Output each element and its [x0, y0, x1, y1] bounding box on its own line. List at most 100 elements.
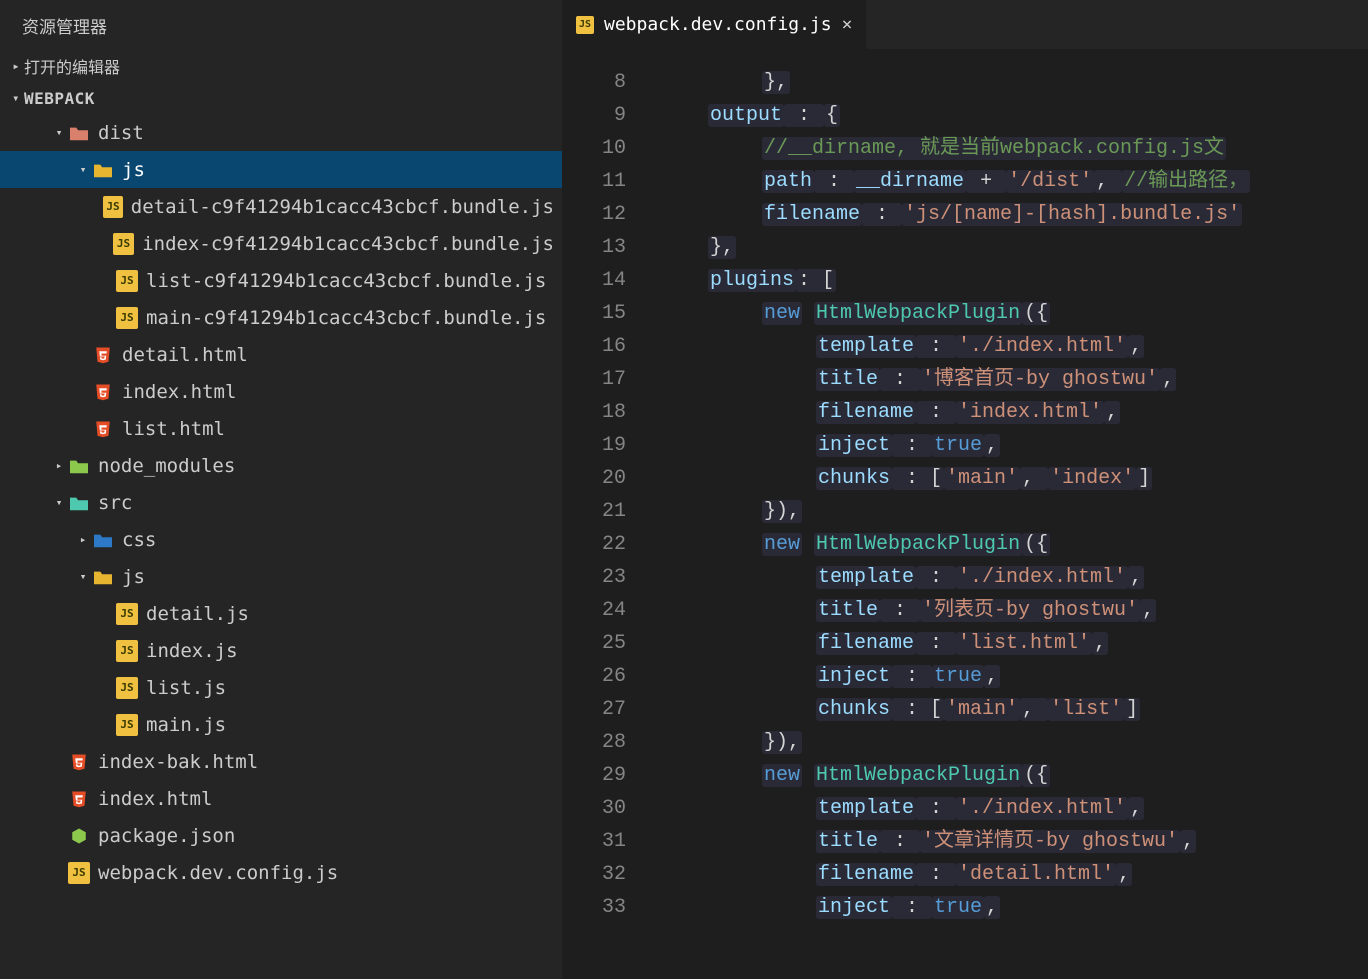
- code-line: new HtmlWebpackPlugin({: [654, 297, 1368, 330]
- chevron-down-icon: ▾: [8, 91, 24, 105]
- code-content[interactable]: },output : {//__dirname, 就是当前webpack.con…: [654, 50, 1368, 979]
- js-file-icon: JS: [116, 640, 138, 662]
- line-number: 14: [562, 264, 626, 297]
- js-file-icon: JS: [113, 233, 134, 255]
- tree-item-label: main-c9f41294b1cacc43cbcf.bundle.js: [146, 307, 546, 329]
- html5-file-icon: [92, 344, 114, 366]
- tree-item-label: detail.js: [146, 603, 249, 625]
- js-file-icon: JS: [116, 603, 138, 625]
- code-line: },: [654, 66, 1368, 99]
- file-detail-html[interactable]: detail.html: [0, 336, 562, 373]
- code-line: new HtmlWebpackPlugin({: [654, 759, 1368, 792]
- folder-node-modules[interactable]: ▸ node_modules: [0, 447, 562, 484]
- line-number: 11: [562, 165, 626, 198]
- open-editors-label: 打开的编辑器: [24, 54, 120, 78]
- line-number: 25: [562, 627, 626, 660]
- folder-css[interactable]: ▸css: [0, 521, 562, 558]
- code-line: inject : true,: [654, 660, 1368, 693]
- line-number-gutter: 8910111213141516171819202122232425262728…: [562, 50, 654, 979]
- tree-item-label: css: [122, 529, 156, 551]
- js-file-icon: JS: [68, 862, 90, 884]
- folder-src-js[interactable]: ▾ js: [0, 558, 562, 595]
- line-number: 30: [562, 792, 626, 825]
- line-number: 8: [562, 66, 626, 99]
- tree-item-label: index-bak.html: [98, 751, 258, 773]
- folder-dist[interactable]: ▾dist: [0, 114, 562, 151]
- chevron-down-icon: ▾: [50, 126, 68, 139]
- file-main-js[interactable]: JSmain.js: [0, 706, 562, 743]
- code-line: output : {: [654, 99, 1368, 132]
- line-number: 20: [562, 462, 626, 495]
- js-file-icon: JS: [116, 270, 138, 292]
- project-label: WEBPACK: [24, 89, 95, 108]
- line-number: 10: [562, 132, 626, 165]
- explorer-sidebar: 资源管理器 ▸ 打开的编辑器 ▾ WEBPACK ▾dist▾jsJSdetai…: [0, 0, 562, 979]
- node-file-icon: [68, 825, 90, 847]
- file-tree: ▾dist▾jsJSdetail-c9f41294b1cacc43cbcf.bu…: [0, 114, 562, 979]
- line-number: 28: [562, 726, 626, 759]
- file-main-bundle[interactable]: JSmain-c9f41294b1cacc43cbcf.bundle.js: [0, 299, 562, 336]
- folder-icon: [68, 492, 90, 514]
- chevron-down-icon: ▾: [74, 570, 92, 583]
- code-line: filename : 'detail.html',: [654, 858, 1368, 891]
- file-list-js[interactable]: JSlist.js: [0, 669, 562, 706]
- file-index-bak-html[interactable]: index-bak.html: [0, 743, 562, 780]
- file-dist-index-html[interactable]: index.html: [0, 373, 562, 410]
- file-package-json[interactable]: package.json: [0, 817, 562, 854]
- editor-body[interactable]: 8910111213141516171819202122232425262728…: [562, 50, 1368, 979]
- tab-webpack-config[interactable]: JS webpack.dev.config.js ×: [562, 0, 867, 49]
- file-index-js[interactable]: JSindex.js: [0, 632, 562, 669]
- tree-item-label: node_modules: [98, 455, 235, 477]
- file-root-index-html[interactable]: index.html: [0, 780, 562, 817]
- line-number: 16: [562, 330, 626, 363]
- code-line: new HtmlWebpackPlugin({: [654, 528, 1368, 561]
- html5-file-icon: [92, 381, 114, 403]
- tree-item-label: list.html: [122, 418, 225, 440]
- html5-file-icon: [68, 751, 90, 773]
- open-editors-section[interactable]: ▸ 打开的编辑器: [0, 50, 562, 82]
- code-line: },: [654, 231, 1368, 264]
- js-file-icon: JS: [103, 196, 123, 218]
- tab-label: webpack.dev.config.js: [604, 14, 832, 35]
- code-line: template : './index.html',: [654, 561, 1368, 594]
- file-webpack-config[interactable]: JS webpack.dev.config.js: [0, 854, 562, 891]
- code-line: template : './index.html',: [654, 330, 1368, 363]
- file-list-bundle[interactable]: JSlist-c9f41294b1cacc43cbcf.bundle.js: [0, 262, 562, 299]
- code-line: title : '文章详情页-by ghostwu',: [654, 825, 1368, 858]
- folder-src[interactable]: ▾src: [0, 484, 562, 521]
- code-line: filename : 'js/[name]-[hash].bundle.js': [654, 198, 1368, 231]
- line-number: 32: [562, 858, 626, 891]
- tree-item-label: index.html: [98, 788, 212, 810]
- code-line: plugins: [: [654, 264, 1368, 297]
- line-number: 24: [562, 594, 626, 627]
- line-number: 19: [562, 429, 626, 462]
- js-file-icon: JS: [116, 677, 138, 699]
- close-icon[interactable]: ×: [842, 14, 853, 35]
- folder-icon: [68, 122, 90, 144]
- line-number: 15: [562, 297, 626, 330]
- file-list-html[interactable]: list.html: [0, 410, 562, 447]
- file-index-bundle[interactable]: JSindex-c9f41294b1cacc43cbcf.bundle.js: [0, 225, 562, 262]
- tree-item-label: detail.html: [122, 344, 248, 366]
- line-number: 33: [562, 891, 626, 924]
- line-number: 27: [562, 693, 626, 726]
- code-line: title : '博客首页-by ghostwu',: [654, 363, 1368, 396]
- tab-bar: JS webpack.dev.config.js ×: [562, 0, 1368, 50]
- code-line: filename : 'index.html',: [654, 396, 1368, 429]
- tree-item-label: webpack.dev.config.js: [98, 862, 338, 884]
- line-number: 29: [562, 759, 626, 792]
- chevron-down-icon: ▾: [74, 163, 92, 176]
- folder-icon: [68, 455, 90, 477]
- tree-item-label: detail-c9f41294b1cacc43cbcf.bundle.js: [131, 196, 554, 218]
- editor-area: JS webpack.dev.config.js × 8910111213141…: [562, 0, 1368, 979]
- line-number: 18: [562, 396, 626, 429]
- line-number: 17: [562, 363, 626, 396]
- folder-icon: [92, 566, 114, 588]
- tree-item-label: js: [122, 566, 145, 588]
- explorer-title: 资源管理器: [0, 0, 562, 50]
- chevron-right-icon: ▸: [50, 459, 68, 472]
- file-detail-js[interactable]: JS detail.js: [0, 595, 562, 632]
- folder-dist-js[interactable]: ▾js: [0, 151, 562, 188]
- project-section[interactable]: ▾ WEBPACK: [0, 82, 562, 114]
- file-detail-bundle[interactable]: JS detail-c9f41294b1cacc43cbcf.bundle.js: [0, 188, 562, 225]
